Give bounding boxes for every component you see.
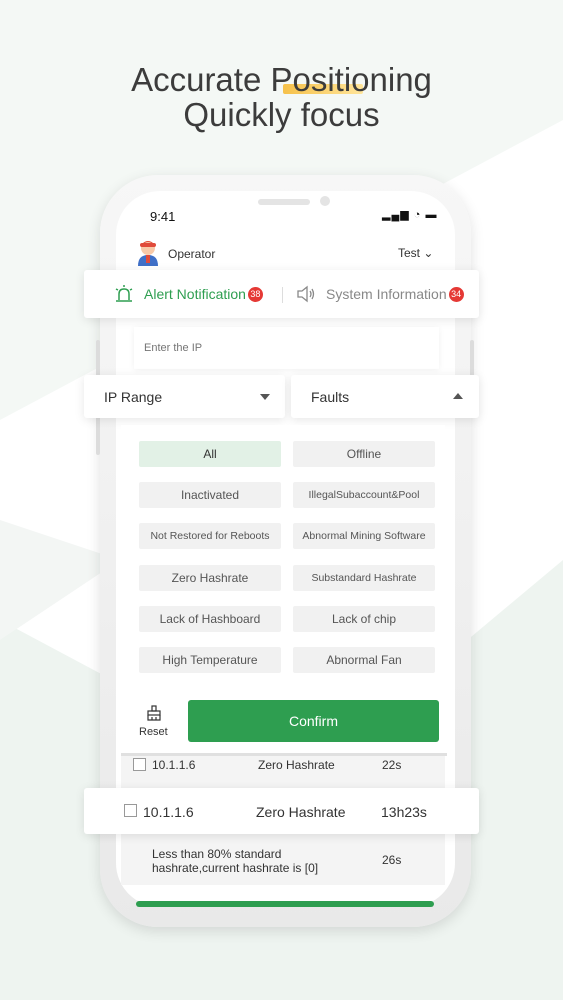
phone-camera [320,196,330,206]
headline-line-2: Quickly focus [183,96,380,133]
row-fault: Zero Hashrate [258,758,335,772]
row-time: 13h23s [381,804,427,820]
operator-label: Operator [168,247,216,261]
confirm-button[interactable]: Confirm [188,700,439,742]
dropdown-label: IP Range [104,389,163,405]
filter-chip-not-restored-reboots[interactable]: Not Restored for Reboots [139,523,281,549]
speaker-icon [297,285,315,303]
row-time: 22s [382,758,402,772]
headline-line-1: Accurate Positioning [131,61,432,98]
filter-chip-abnormal-mining-software[interactable]: Abnormal Mining Software [293,523,435,549]
filter-chip-lack-of-chip[interactable]: Lack of chip [293,606,435,632]
caret-down-icon [260,394,270,400]
phone-side-button [96,340,100,380]
row-checkbox[interactable] [133,758,146,771]
filter-chip-inactivated[interactable]: Inactivated [139,482,281,508]
alarm-light-icon [115,285,133,302]
row-ip: 10.1.1.6 [152,758,196,772]
caret-up-icon [453,393,463,399]
row-fault: Zero Hashrate [256,804,346,820]
alert-count-badge: 38 [247,286,263,302]
reset-broom-icon [147,705,161,721]
row-ip: 10.1.1.6 [143,804,194,820]
filter-chip-lack-of-hashboard[interactable]: Lack of Hashboard [139,606,281,632]
system-count-badge: 34 [448,286,464,302]
list-divider [121,753,447,756]
faults-dropdown[interactable]: Faults [291,375,479,418]
tab-label: System Information [326,286,447,302]
row-checkbox[interactable] [124,804,137,817]
filter-chip-all[interactable]: All [139,441,281,467]
reset-button[interactable]: Reset [139,726,168,738]
test-selector[interactable]: Test ⌄ [398,246,433,260]
table-row[interactable]: 10.1.1.6 Zero Hashrate 13h23s [84,788,479,834]
row-description-line-1: Less than 80% standard [152,847,282,861]
row-time: 26s [382,853,402,867]
filter-chip-high-temperature[interactable]: High Temperature [139,647,281,673]
filter-chip-offline[interactable]: Offline [293,441,435,467]
tab-divider [282,287,283,303]
row-description-line-2: hashrate,current hashrate is [0] [152,861,319,875]
ip-search-input[interactable] [134,327,439,369]
tab-system-information[interactable]: System Information 34 [296,270,464,318]
bottom-action-bar [136,901,434,907]
dropdown-label: Faults [311,389,350,405]
ip-range-dropdown[interactable]: IP Range [84,375,285,418]
tab-label: Alert Notification [144,286,246,302]
filter-chip-substandard-hashrate[interactable]: Substandard Hashrate [293,565,435,591]
filter-chip-abnormal-fan[interactable]: Abnormal Fan [293,647,435,673]
status-icons: ▂▄▆ ◔ ▬ [382,209,438,221]
filter-chip-zero-hashrate[interactable]: Zero Hashrate [139,565,281,591]
filter-chip-illegal-subaccount-pool[interactable]: IllegalSubaccount&Pool [293,482,435,508]
status-time: 9:41 [150,209,176,224]
avatar-icon [138,241,158,266]
phone-speaker [258,199,310,205]
tab-alert-notification[interactable]: Alert Notification 38 [114,270,263,318]
